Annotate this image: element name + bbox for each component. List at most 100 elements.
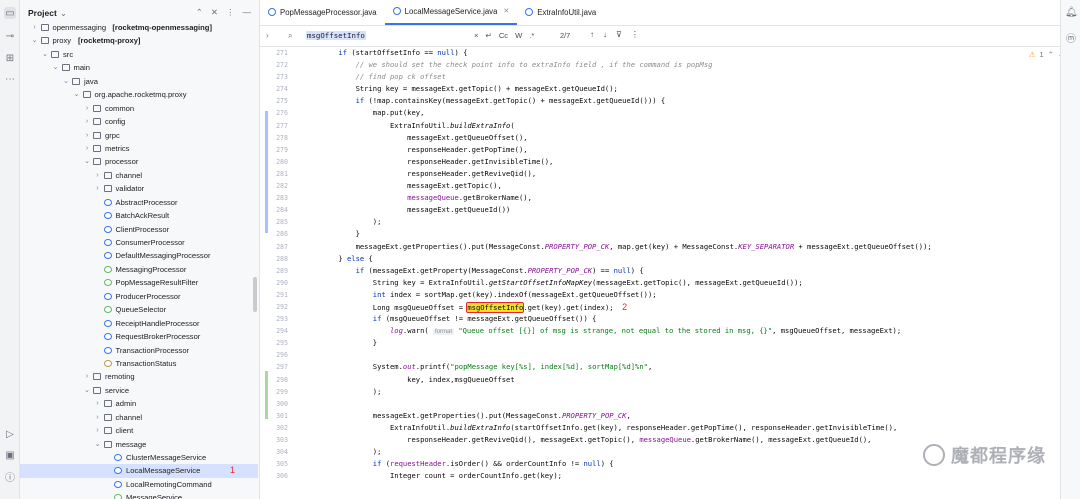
chevron-right-icon[interactable]: ›: [94, 182, 102, 195]
hide-panel-icon[interactable]: —: [243, 7, 252, 18]
search-icon[interactable]: ⌕: [288, 31, 292, 41]
chevron-right-icon[interactable]: ›: [94, 424, 102, 437]
tree-item-org-apache-rocketmq-proxy[interactable]: ⌄ org.apache.rocketmq.proxy: [20, 88, 258, 101]
tree-item-label: validator: [115, 184, 145, 194]
chevron-down-icon[interactable]: ⌄: [83, 384, 91, 397]
match-case-toggle[interactable]: Cc: [499, 31, 508, 40]
chevron-right-icon[interactable]: ›: [83, 129, 91, 142]
chevron-down-icon[interactable]: ⌄: [94, 438, 102, 451]
code-area[interactable]: if (startOffsetInfo == null) { // we sho…: [304, 47, 1074, 482]
tree-item-queueselector[interactable]: QueueSelector: [20, 303, 258, 316]
tree-item-messageservice[interactable]: MessageService: [20, 491, 258, 499]
tree-item-proxy[interactable]: ⌄ proxy [rocketmq-proxy]: [20, 34, 258, 47]
chevron-down-icon[interactable]: ⌄: [83, 155, 91, 168]
previous-match-icon[interactable]: ↑: [590, 30, 594, 39]
tab-extrainfoutil[interactable]: ExtraInfoUtil.java: [517, 0, 604, 25]
code-line: int index = sortMap.get(key).indexOf(mes…: [372, 289, 657, 299]
tree-item-requestbrokerprocessor[interactable]: RequestBrokerProcessor: [20, 330, 258, 343]
expand-replace-icon[interactable]: ›: [266, 31, 269, 40]
run-icon[interactable]: ▷: [4, 428, 16, 440]
tree-item-validator[interactable]: › validator: [20, 182, 258, 195]
options-icon[interactable]: ⋮: [226, 7, 235, 18]
tab-localmessageservice[interactable]: LocalMessageService.java ✕: [384, 0, 518, 25]
search-input[interactable]: msgOffsetInfo: [306, 31, 366, 40]
filter-icon[interactable]: ⊽: [616, 30, 622, 39]
chevron-down-icon[interactable]: ⌄: [41, 48, 49, 61]
tree-item-service[interactable]: ⌄ service: [20, 384, 258, 397]
next-match-icon[interactable]: ↓: [603, 30, 607, 39]
tree-item-producerprocessor[interactable]: ProducerProcessor: [20, 290, 258, 303]
tree-item-label: client: [115, 426, 134, 436]
tree-item-client[interactable]: › client: [20, 424, 258, 437]
close-tab-icon[interactable]: ✕: [503, 7, 509, 15]
close-panel-icon[interactable]: ✕: [211, 7, 218, 18]
tree-item-localmessageservice[interactable]: LocalMessageService 1: [20, 464, 258, 478]
tree-item-channel[interactable]: › channel: [20, 411, 258, 424]
tree-item-transactionprocessor[interactable]: TransactionProcessor: [20, 344, 258, 357]
problems-icon[interactable]: ⓘ: [4, 470, 16, 484]
tree-item-admin[interactable]: › admin: [20, 397, 258, 410]
regex-toggle[interactable]: .*: [529, 31, 534, 40]
chevron-right-icon[interactable]: ›: [94, 169, 102, 182]
tree-item-label: LocalRemotingCommand: [126, 479, 212, 489]
chevron-right-icon[interactable]: ›: [94, 411, 102, 424]
enum-icon: [103, 359, 112, 367]
tree-item-receipthandleprocessor[interactable]: ReceiptHandleProcessor: [20, 317, 258, 330]
interface-icon: [103, 306, 112, 314]
tree-item-remoting[interactable]: › remoting: [20, 370, 258, 383]
tree-item-abstractprocessor[interactable]: AbstractProcessor: [20, 196, 258, 209]
terminal-icon[interactable]: ▣: [4, 449, 16, 461]
chevron-right-icon[interactable]: ›: [83, 115, 91, 128]
tree-item-clustermessageservice[interactable]: ClusterMessageService: [20, 451, 258, 464]
tab-popmessageprocessor[interactable]: PopMessageProcessor.java: [260, 0, 385, 25]
chevron-down-icon[interactable]: ⌄: [62, 75, 70, 88]
code-line: messageQueue.getBrokerName(),: [407, 193, 532, 203]
tree-item-batchackresult[interactable]: BatchAckResult: [20, 209, 258, 222]
tree-item-openmessaging[interactable]: › openmessaging [rocketmq-openmessaging]: [20, 21, 258, 34]
structure-icon[interactable]: ⊞: [4, 52, 16, 64]
chevron-right-icon[interactable]: ›: [83, 142, 91, 155]
chevron-down-icon[interactable]: ⌄: [52, 61, 60, 74]
tree-item-defaultmessagingprocessor[interactable]: DefaultMessagingProcessor: [20, 249, 258, 262]
chevron-right-icon[interactable]: ›: [83, 102, 91, 115]
ai-assistant-icon[interactable]: ⓜ: [1065, 30, 1077, 45]
watermark: 魔都程序缘: [923, 442, 1046, 468]
chevron-up-icon[interactable]: ⌃: [1048, 50, 1054, 59]
tree-item-messagingprocessor[interactable]: MessagingProcessor: [20, 263, 258, 276]
tree-item-channel[interactable]: › channel: [20, 169, 258, 182]
whole-word-toggle[interactable]: W: [515, 31, 522, 40]
chevron-down-icon[interactable]: ⌄: [60, 8, 67, 19]
package-icon: [103, 413, 112, 421]
tree-item-transactionstatus[interactable]: TransactionStatus: [20, 357, 258, 370]
tree-item-clientprocessor[interactable]: ClientProcessor: [20, 223, 258, 236]
clear-icon[interactable]: ×: [474, 31, 478, 40]
expand-all-icon[interactable]: ⌃: [196, 7, 203, 18]
tree-item-grpc[interactable]: › grpc: [20, 129, 258, 142]
more-options-icon[interactable]: ⋮: [631, 30, 639, 39]
tree-item-label: RequestBrokerProcessor: [115, 332, 201, 342]
project-scrollbar[interactable]: [253, 277, 257, 312]
tree-item-config[interactable]: › config: [20, 115, 258, 128]
chevron-down-icon[interactable]: ⌄: [31, 34, 39, 47]
inspection-status[interactable]: ⚠ 1 ⌃ ⌄: [1029, 50, 1064, 59]
chevron-right-icon[interactable]: ›: [83, 370, 91, 383]
tree-item-localremotingcommand[interactable]: LocalRemotingCommand: [20, 478, 258, 491]
tree-item-main[interactable]: ⌄ main: [20, 61, 258, 74]
tree-item-processor[interactable]: ⌄ processor: [20, 155, 258, 168]
tree-item-src[interactable]: ⌄ src: [20, 48, 258, 61]
tree-item-consumerprocessor[interactable]: ConsumerProcessor: [20, 236, 258, 249]
chevron-right-icon[interactable]: ›: [31, 21, 39, 34]
tree-item-message[interactable]: ⌄ message: [20, 438, 258, 451]
commit-icon[interactable]: ⊸: [4, 30, 16, 42]
tree-item-java[interactable]: ⌄ java: [20, 75, 258, 88]
tree-item-metrics[interactable]: › metrics: [20, 142, 258, 155]
tree-item-popmessageresultfilter[interactable]: PopMessageResultFilter: [20, 276, 258, 289]
history-icon[interactable]: ↵: [485, 31, 491, 40]
more-tools-icon[interactable]: ⋯: [4, 73, 16, 85]
chevron-right-icon[interactable]: ›: [94, 397, 102, 410]
project-tool-icon[interactable]: ▭: [4, 7, 16, 19]
notifications-icon[interactable]: 🔔︎: [1065, 7, 1078, 19]
chevron-down-icon[interactable]: ⌄: [73, 88, 81, 101]
tree-item-common[interactable]: › common: [20, 102, 258, 115]
